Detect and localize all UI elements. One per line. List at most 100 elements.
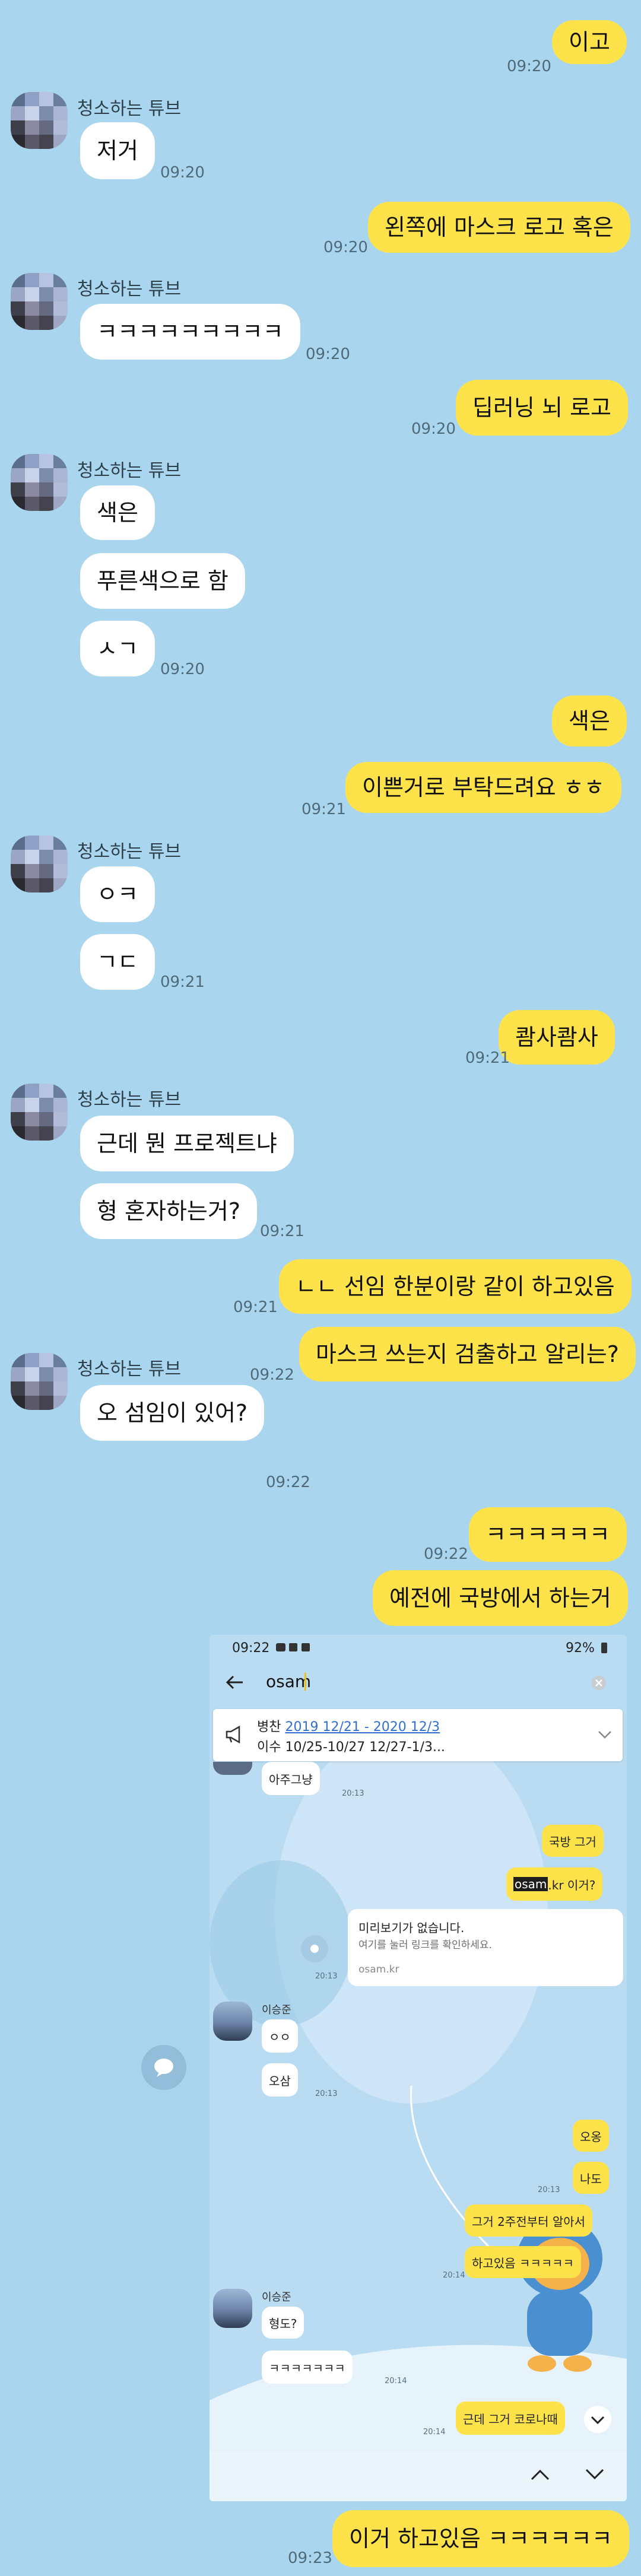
my-message[interactable]: ㅋㅋㅋㅋㅋㅋ (469, 1507, 627, 1562)
sender-name: 청소하는 튜브 (77, 279, 182, 300)
message-time: 09:21 (465, 1049, 510, 1067)
shared-screenshot[interactable]: 09:22 92% osam 병찬 2019 12/21 - 2020 12/3… (210, 1635, 627, 2501)
battery-level: 92% (566, 1641, 595, 1656)
partner-message[interactable]: ㅋㅋㅋㅋㅋㅋㅋ (262, 2351, 353, 2384)
partner-message[interactable]: ㅇㅋ (80, 866, 155, 922)
notice-line-1: 병찬 2019 12/21 - 2020 12/3 (257, 1720, 440, 1735)
notification-icon (289, 1643, 297, 1651)
link-title: 미리보기가 없습니다. (358, 1921, 465, 1935)
message-time: 09:23 (288, 2549, 332, 2567)
message-time: 09:20 (323, 239, 368, 256)
message-time: 20:13 (538, 2186, 560, 2194)
avatar[interactable] (11, 273, 68, 330)
message-time: 09:20 (507, 58, 551, 75)
avatar[interactable] (11, 1084, 68, 1141)
message-time: 09:20 (160, 164, 205, 182)
partner-message[interactable]: ㄱㄷ (80, 934, 155, 990)
message-time: 09:20 (411, 420, 456, 438)
avatar[interactable] (213, 2289, 252, 2328)
my-message[interactable]: 나도 (573, 2162, 609, 2194)
message-time: 09:21 (160, 973, 205, 991)
my-message[interactable]: 색은 (552, 695, 627, 747)
avatar[interactable] (11, 836, 68, 892)
chat-notification-icon (276, 1643, 285, 1651)
sender-name: 청소하는 튜브 (77, 99, 182, 119)
my-message[interactable]: 이쁜거로 부탁드려요 ㅎㅎ (345, 762, 621, 813)
chevron-down-icon[interactable] (585, 2468, 605, 2481)
search-navigation-bar (210, 2453, 627, 2501)
chat-bubble-icon[interactable] (140, 2044, 188, 2091)
my-message[interactable]: 국방 그거 (542, 1825, 604, 1857)
partner-message[interactable]: 저거 (80, 122, 155, 179)
notification-icon (302, 1643, 310, 1651)
battery-icon (601, 1643, 607, 1653)
partner-message[interactable]: 오삼 (262, 2063, 298, 2097)
partner-message[interactable]: 근데 뭔 프로젝트냐 (80, 1116, 294, 1171)
message-time: 20:14 (443, 2271, 465, 2280)
avatar[interactable] (11, 92, 68, 149)
partner-message[interactable]: 아주그냥 (262, 1762, 320, 1795)
my-message[interactable]: 왼쪽에 마스크 로고 혹은 (368, 202, 630, 253)
partner-message[interactable]: ㅇㅇ (262, 2019, 298, 2053)
message-time: 09:20 (160, 660, 205, 678)
avatar[interactable] (11, 1353, 68, 1410)
sender-name: 이승준 (262, 2004, 291, 2016)
partner-message[interactable]: 오 섬임이 있어? (80, 1385, 265, 1441)
avatar[interactable] (213, 1762, 252, 1775)
my-message[interactable]: 딥러닝 뇌 로고 (456, 380, 628, 436)
message-time: 20:13 (315, 2089, 338, 2098)
notice-link[interactable]: 2019 12/21 - 2020 12/3 (285, 1720, 440, 1735)
avatar[interactable] (213, 2002, 252, 2041)
status-bar: 09:22 92% (210, 1635, 627, 1660)
notice-line-2: 이수 10/25-10/27 12/27-1/3... (257, 1740, 445, 1755)
my-message[interactable]: 쾀사쾀사 (499, 1010, 615, 1065)
my-message[interactable]: 이고 (552, 20, 627, 64)
my-message[interactable]: 하고있음 ㅋㅋㅋㅋㅋ (465, 2246, 581, 2278)
chevron-up-icon[interactable] (530, 2468, 550, 2481)
partner-message[interactable]: ㅅㄱ (80, 621, 155, 676)
megaphone-icon (226, 1726, 240, 1743)
message-time: 09:22 (266, 1473, 310, 1491)
status-time: 09:22 (232, 1641, 270, 1656)
share-icon[interactable] (300, 1935, 329, 1963)
message-time: 20:14 (385, 2377, 407, 2386)
message-time: 09:20 (306, 345, 350, 363)
message-time: 09:22 (250, 1366, 294, 1384)
link-url: osam.kr (358, 1964, 399, 1975)
my-message[interactable]: 마스크 쓰는지 검출하고 알리는? (299, 1327, 636, 1381)
message-time: 20:13 (315, 1972, 338, 1981)
my-message[interactable]: 오옹 (573, 2120, 609, 2152)
partner-message[interactable]: 푸른색으로 함 (80, 553, 245, 609)
message-time: 09:21 (302, 801, 346, 818)
sender-name: 청소하는 튜브 (77, 1090, 182, 1110)
notice-banner[interactable]: 병찬 2019 12/21 - 2020 12/3 이수 10/25-10/27… (213, 1709, 623, 1761)
close-circle-icon[interactable] (591, 1675, 607, 1691)
message-time: 09:21 (260, 1222, 304, 1240)
message-time: 09:21 (233, 1298, 278, 1316)
my-message[interactable]: 예전에 국방에서 하는거 (373, 1570, 628, 1626)
sender-name: 이승준 (262, 2291, 291, 2304)
search-bar: osam (210, 1660, 627, 1706)
arrow-left-icon[interactable] (225, 1674, 244, 1691)
sender-name: 청소하는 튜브 (77, 460, 182, 481)
text-cursor (304, 1673, 306, 1691)
link-preview-card[interactable]: 미리보기가 없습니다. 여기를 눌러 링크를 확인하세요. osam.kr (348, 1909, 623, 1986)
message-time: 20:14 (423, 2428, 446, 2437)
my-message[interactable]: 그거 2주전부터 알아서 (465, 2205, 593, 2237)
my-message[interactable]: 근데 그거 코로나때 (456, 2402, 565, 2435)
chevron-down-icon[interactable] (598, 1730, 612, 1740)
partner-message[interactable]: 색은 (80, 485, 155, 540)
partner-message[interactable]: 형도? (262, 2307, 304, 2339)
sender-name: 청소하는 튜브 (77, 1359, 182, 1380)
link-description: 여기를 눌러 링크를 확인하세요. (358, 1939, 492, 1951)
partner-message[interactable]: 형 혼자하는거? (80, 1183, 258, 1239)
sender-name: 청소하는 튜브 (77, 841, 182, 862)
scroll-down-icon[interactable] (583, 2405, 612, 2434)
message-time: 09:22 (424, 1545, 468, 1563)
avatar[interactable] (11, 454, 68, 511)
partner-message[interactable]: ㅋㅋㅋㅋㅋㅋㅋㅋㅋ (80, 304, 300, 360)
message-time: 20:13 (342, 1789, 364, 1798)
my-message[interactable]: ㄴㄴ 선임 한분이랑 같이 하고있음 (279, 1259, 632, 1314)
my-message[interactable]: 이거 하고있음 ㅋㅋㅋㅋㅋㅋ (332, 2510, 629, 2567)
my-message[interactable]: osam .kr 이거? (506, 1867, 603, 1901)
